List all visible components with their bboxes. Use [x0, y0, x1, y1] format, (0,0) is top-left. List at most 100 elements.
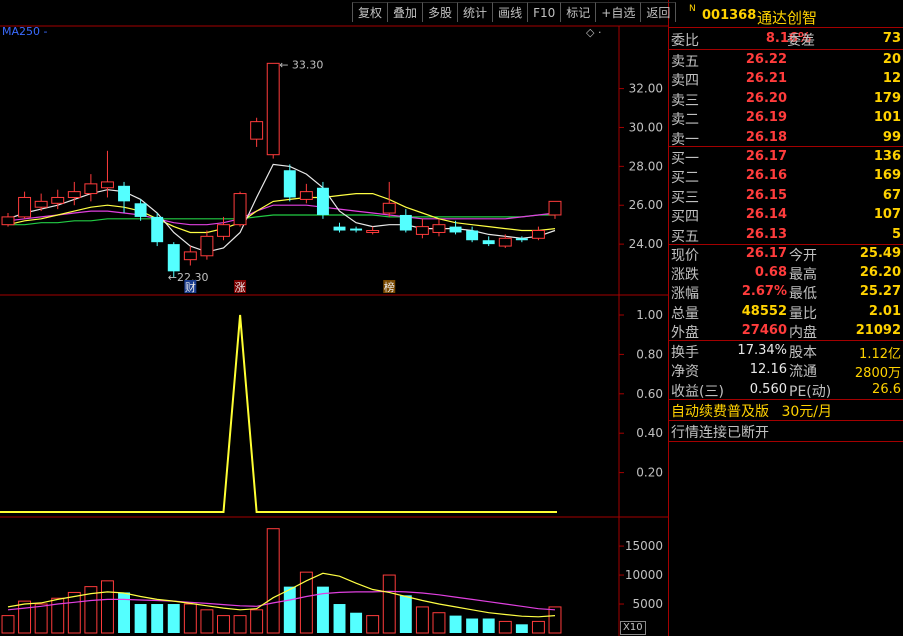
stock-code: 001368 [702, 8, 757, 23]
candle-body [482, 240, 495, 245]
stat-row: 总量 48552 量比 2.01 [669, 303, 903, 322]
candle-body [18, 196, 32, 218]
chart-canvas[interactable]: 32.0030.0028.0026.0024.00← 33.30←22.30财涨… [0, 0, 669, 636]
volume-scale-label[interactable]: X10 [620, 621, 646, 635]
multi-stock-button[interactable]: 多股 [422, 2, 458, 22]
candle-body [84, 183, 98, 195]
buy-level-row[interactable]: 买一 26.17 136 [669, 148, 903, 167]
fundamental-label: 收益(三) [671, 383, 724, 400]
fundamental-row: 净资 12.16 流通 2800万 [669, 361, 903, 382]
buy-level-label: 买三 [671, 189, 699, 206]
volume-bar [34, 603, 48, 634]
sell-level-row[interactable]: 卖二 26.19 101 [669, 109, 903, 128]
buy-volume: 136 [873, 149, 901, 164]
sell-level-row[interactable]: 卖四 26.21 12 [669, 70, 903, 89]
draw-line-button[interactable]: 画线 [492, 2, 528, 22]
sell-level-row[interactable]: 卖三 26.20 179 [669, 90, 903, 109]
fundamental-label: 净资 [671, 364, 699, 381]
volume-bar [432, 612, 446, 634]
volume-bar [283, 586, 296, 633]
divider [669, 340, 903, 341]
volume-bar [382, 574, 396, 634]
volume-bar [18, 600, 32, 634]
sell-level-row[interactable]: 卖五 26.22 20 [669, 51, 903, 70]
volume-bar [350, 612, 363, 633]
price-tick-label: 30.00 [629, 120, 663, 134]
event-marker: 涨 [234, 280, 247, 294]
sell-price: 26.19 [745, 110, 787, 126]
candle-body [67, 191, 81, 198]
fundamental-value-2: 26.6 [872, 381, 901, 397]
weicha-value: 73 [882, 31, 901, 46]
stat-value-2: 21092 [855, 322, 901, 338]
price-tick-label: 28.00 [629, 159, 663, 173]
indicator-label[interactable]: MA250 - [2, 25, 47, 38]
stat-label-2: 最高 [789, 267, 817, 284]
stat-value: 26.17 [745, 246, 787, 261]
sell-level-row[interactable]: 卖一 26.18 99 [669, 129, 903, 148]
volume-bar [366, 615, 380, 634]
overlay-button[interactable]: 叠加 [387, 2, 423, 22]
weibi-label: 委比 [671, 33, 699, 49]
candle-body [466, 230, 479, 241]
buy-price: 26.14 [745, 207, 787, 223]
fundamental-label-2: PE(动) [789, 383, 832, 400]
volume-bar [217, 615, 230, 634]
price-tick-label: 24.00 [629, 237, 663, 251]
candle-body [266, 62, 280, 156]
buy-level-row[interactable]: 买四 26.14 107 [669, 206, 903, 225]
mark-button[interactable]: 标记 [560, 2, 596, 22]
buy-level-row[interactable]: 买二 26.16 169 [669, 167, 903, 186]
volume-tick-label: 10000 [625, 568, 663, 582]
volume-bar [67, 591, 81, 634]
quote-panel: N 001368 通达创智 委比 8.16% 委差 73 卖五 26.22 20 卖四… [669, 0, 903, 636]
f10-button[interactable]: F10 [527, 2, 561, 22]
volume-bar [233, 615, 247, 634]
add-favorite-button[interactable]: +自选 [595, 2, 641, 22]
restore-rights-button[interactable]: 复权 [352, 2, 388, 22]
event-marker-label: 财 [185, 280, 196, 294]
stat-value: 2.67% [741, 284, 787, 300]
buy-level-row[interactable]: 买三 26.15 67 [669, 187, 903, 206]
candle-body [515, 238, 528, 241]
diamond-icon[interactable]: ◇ · [586, 26, 601, 39]
promo-text: 自动续费普及版 [671, 404, 769, 420]
sell-level-label: 卖四 [671, 73, 699, 90]
sell-volume: 12 [882, 71, 901, 87]
candle-body [299, 191, 313, 200]
stat-label: 外盘 [671, 324, 699, 341]
candle-body [233, 193, 247, 226]
subscription-promo[interactable]: 自动续费普及版 30元/月 [671, 401, 832, 421]
stat-value-2: 25.49 [859, 246, 901, 261]
event-marker: 财 [184, 280, 197, 294]
fundamental-value: 12.16 [749, 362, 787, 378]
candle-body [333, 226, 346, 231]
ma-line-yellow [7, 193, 556, 234]
stat-row: 涨幅 2.67% 最低 25.27 [669, 283, 903, 302]
stat-label: 总量 [671, 305, 699, 322]
candle-body [498, 237, 512, 247]
candle-body [382, 202, 396, 214]
fundamental-row: 换手 17.34% 股本 1.12亿 [669, 342, 903, 362]
connection-status: 行情连接已断开 [671, 425, 769, 441]
stat-value-2: 2.01 [868, 303, 901, 319]
buy-level-row[interactable]: 买五 26.13 5 [669, 226, 903, 245]
toolbar: 复权 叠加 多股 统计 画线 F10 标记 +自选 返回 [352, 2, 677, 24]
buy-level-label: 买一 [671, 151, 699, 167]
buy-price: 26.13 [745, 226, 787, 242]
sell-level-label: 卖二 [671, 112, 699, 129]
sell-volume: 20 [882, 52, 901, 67]
stat-value: 48552 [741, 303, 787, 319]
buy-volume: 169 [873, 168, 901, 184]
stat-label-2: 内盘 [789, 324, 817, 341]
buy-volume: 67 [882, 187, 901, 203]
volume-bar [100, 580, 114, 634]
volume-bar [266, 528, 280, 634]
fundamental-value-2: 2800万 [854, 366, 901, 382]
candle-body [548, 200, 562, 216]
divider [669, 441, 903, 442]
new-listing-mark: N [689, 4, 696, 14]
statistics-button[interactable]: 统计 [457, 2, 493, 22]
candle-body [250, 121, 264, 140]
fundamental-value-2: 1.12亿 [859, 347, 901, 362]
